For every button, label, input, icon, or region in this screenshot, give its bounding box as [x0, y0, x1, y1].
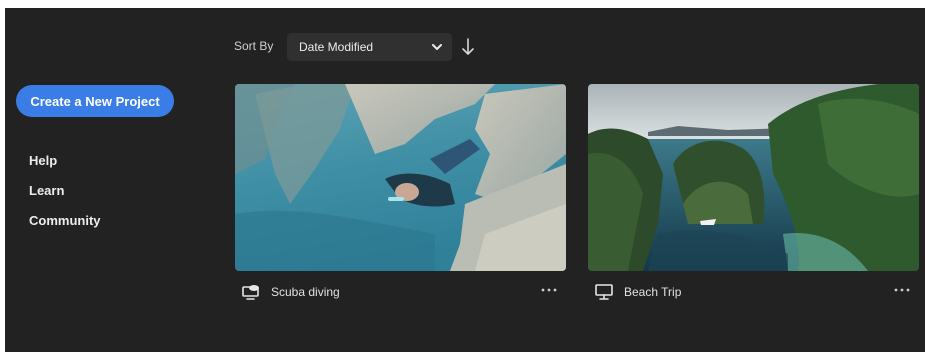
sidebar-link-learn[interactable]: Learn	[29, 181, 101, 211]
sidebar-nav: Help Learn Community	[29, 151, 101, 241]
more-options-icon[interactable]	[540, 283, 558, 297]
sidebar-link-community[interactable]: Community	[29, 211, 101, 241]
project-thumbnail-scuba-diving[interactable]	[235, 84, 566, 271]
lagoon-thumbnail-image	[588, 84, 919, 271]
project-title: Beach Trip	[624, 285, 682, 299]
chevron-down-icon	[432, 43, 442, 50]
sidebar-link-help[interactable]: Help	[29, 151, 101, 181]
project-thumbnail-beach-trip[interactable]	[588, 84, 919, 271]
sort-selected-value: Date Modified	[299, 40, 374, 54]
create-new-project-button[interactable]: Create a New Project	[16, 85, 174, 117]
app-window: Create a New Project Help Learn Communit…	[5, 8, 925, 352]
sort-by-dropdown[interactable]: Date Modified	[287, 33, 452, 61]
cloud-sync-desktop-icon	[242, 285, 259, 300]
project-card-beach-trip: Beach Trip	[588, 84, 919, 307]
arrow-down-icon[interactable]	[460, 37, 476, 57]
more-options-icon[interactable]	[893, 283, 911, 297]
sort-by-label: Sort By	[234, 39, 274, 53]
underwater-thumbnail-image	[235, 84, 566, 271]
project-title: Scuba diving	[271, 285, 340, 299]
project-card-scuba-diving: Scuba diving	[235, 84, 566, 307]
project-card-footer: Scuba diving	[235, 277, 566, 307]
project-card-footer: Beach Trip	[588, 277, 919, 307]
monitor-icon	[595, 284, 613, 300]
